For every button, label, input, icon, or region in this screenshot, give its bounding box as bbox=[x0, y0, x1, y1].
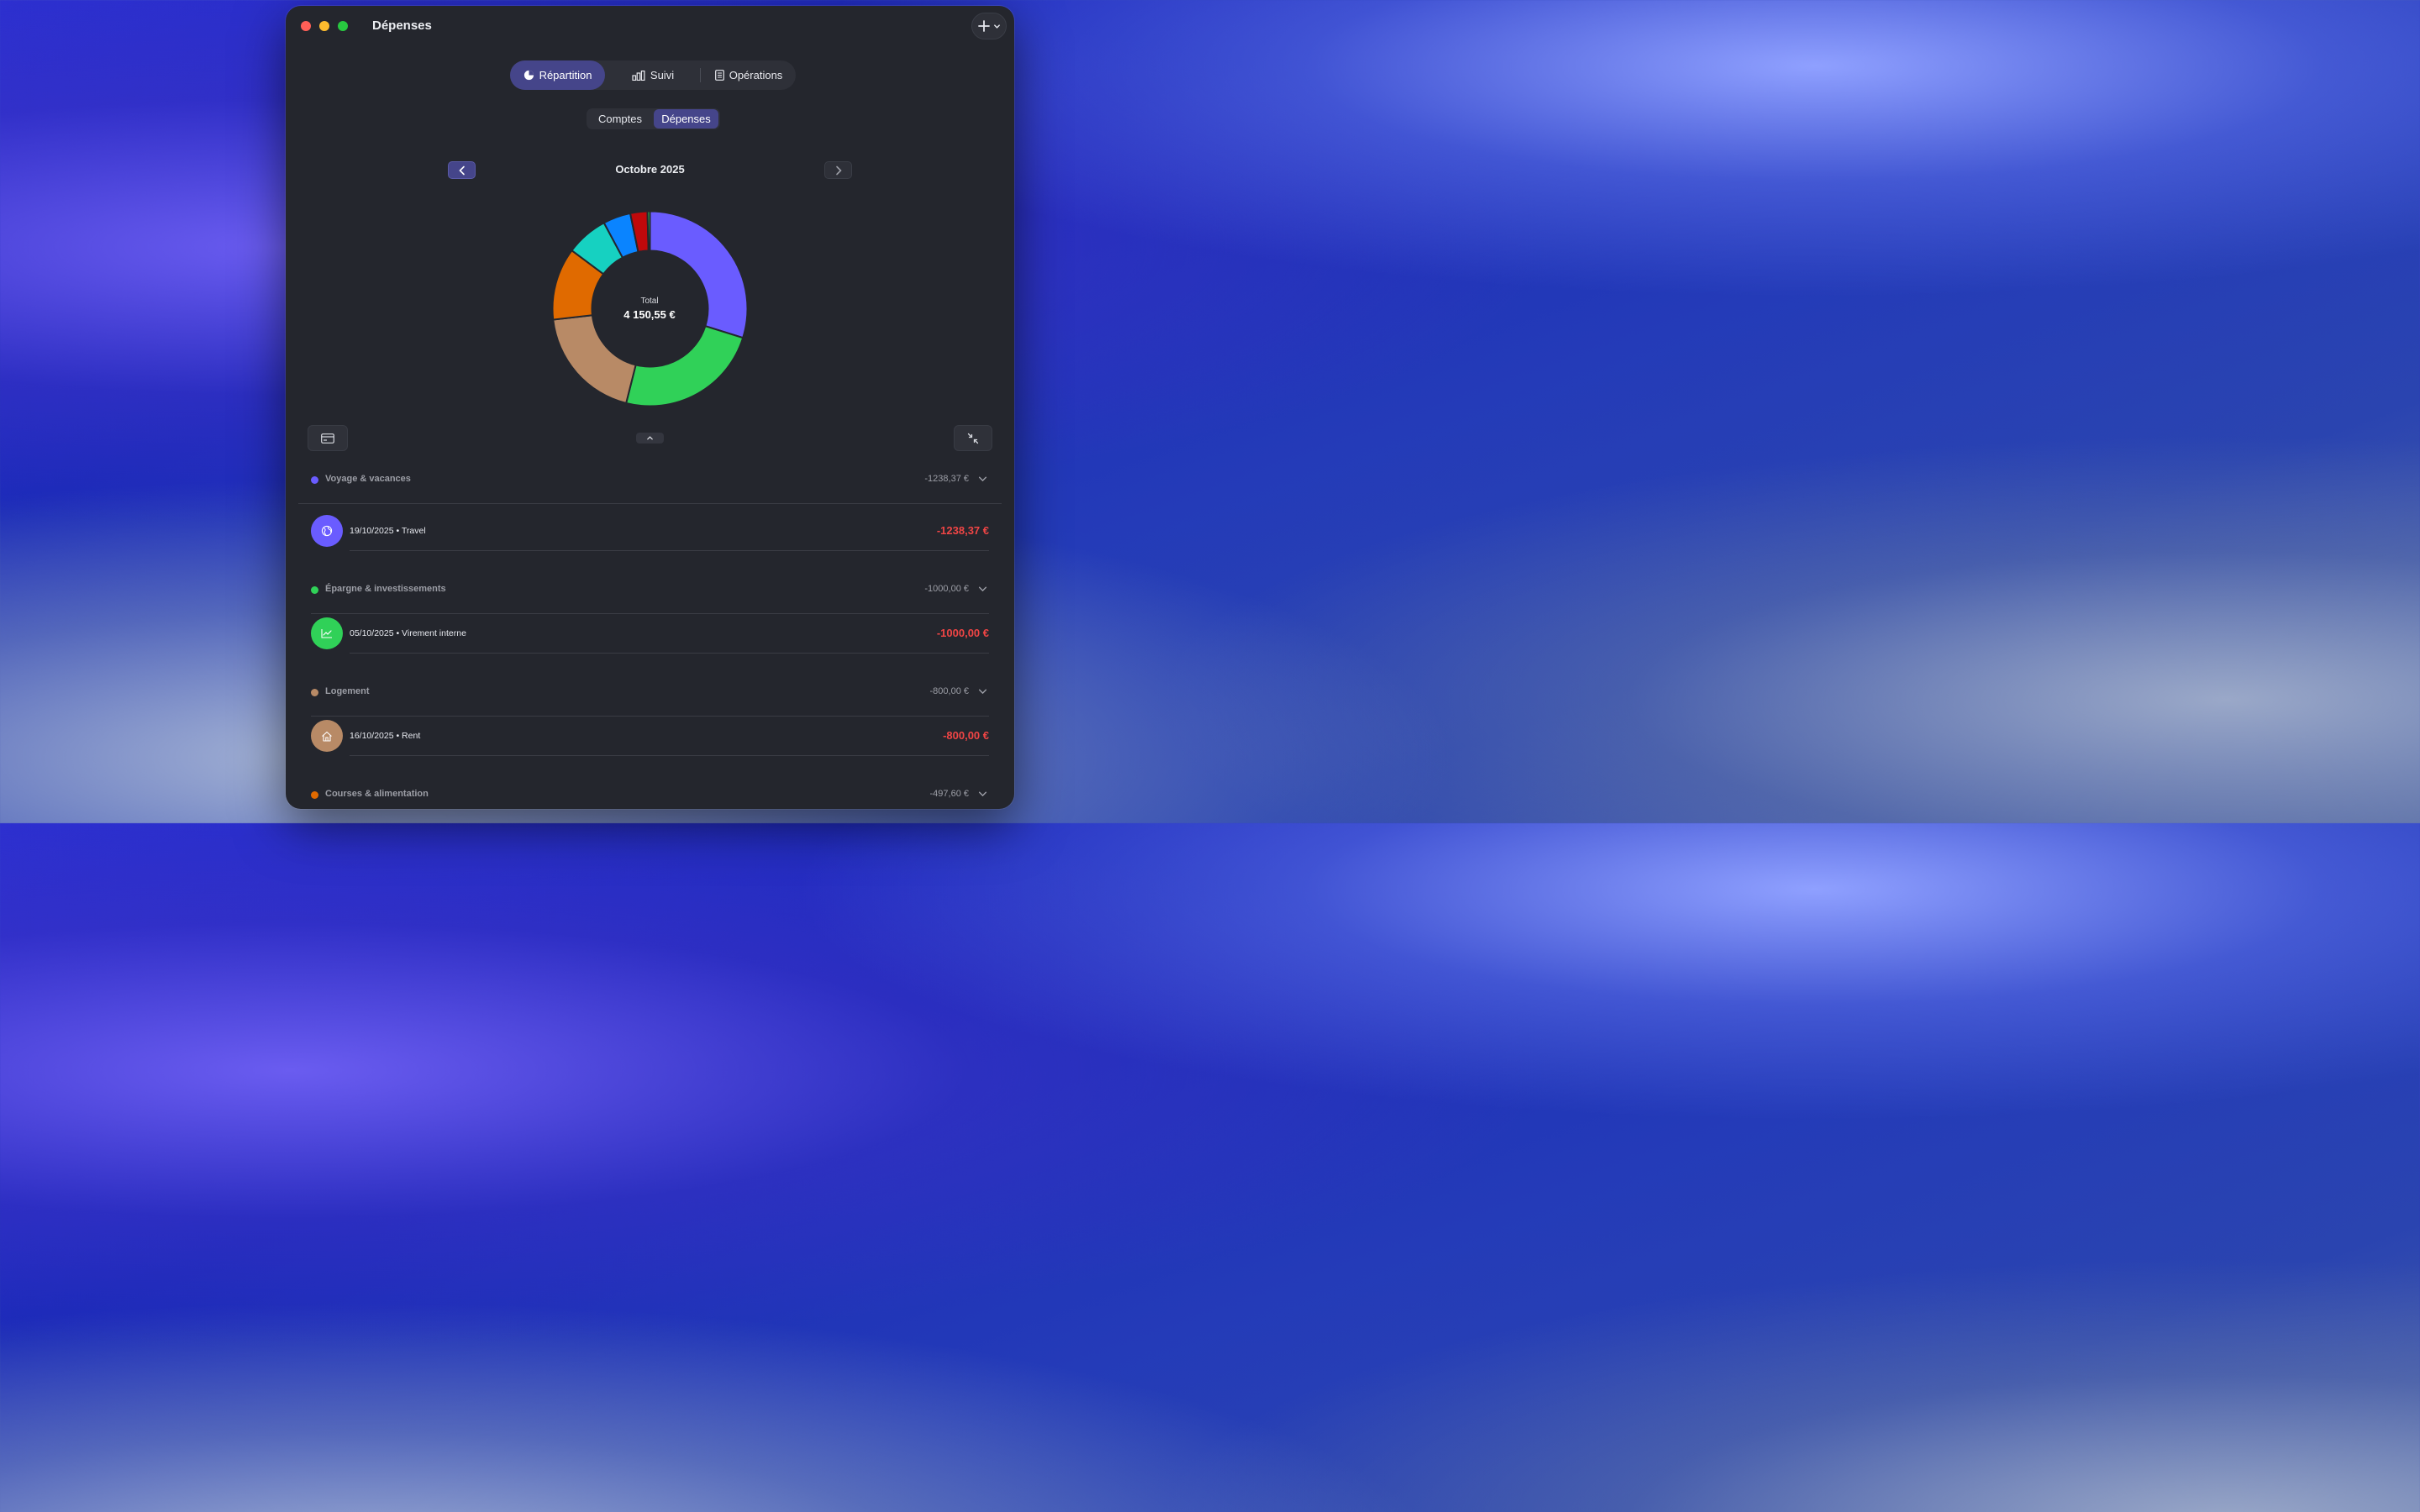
house-icon bbox=[322, 731, 332, 742]
category-name: Voyage & vacances bbox=[325, 474, 411, 484]
tab-operations-label: Opérations bbox=[729, 69, 783, 81]
donut-total-value: 4 150,55 € bbox=[623, 308, 676, 321]
transaction-row[interactable]: 05/10/2025 • Virement interne -1000,00 € bbox=[311, 617, 989, 651]
credit-card-icon bbox=[321, 433, 334, 444]
transaction-row[interactable]: 19/10/2025 • Travel -1238,37 € bbox=[311, 515, 989, 549]
section-divider bbox=[298, 503, 1002, 504]
donut-slice-7[interactable] bbox=[646, 210, 651, 252]
tab-suivi-label: Suivi bbox=[650, 69, 675, 81]
chevron-down-icon[interactable] bbox=[978, 687, 987, 696]
section-divider bbox=[311, 613, 989, 614]
view-toggle: Comptes Dépenses bbox=[587, 108, 720, 129]
row-divider bbox=[350, 755, 989, 756]
collapse-chart-button[interactable] bbox=[636, 433, 664, 444]
tab-operations[interactable]: Opérations bbox=[705, 60, 792, 90]
tab-suivi[interactable]: Suivi bbox=[611, 60, 695, 90]
close-window-button[interactable] bbox=[301, 21, 311, 31]
toggle-depenses[interactable]: Dépenses bbox=[654, 109, 718, 129]
chart-line-icon bbox=[321, 629, 332, 638]
category-row[interactable]: Courses & alimentation -497,60 € bbox=[311, 787, 989, 804]
row-divider bbox=[350, 550, 989, 551]
pie-chart-icon bbox=[523, 70, 534, 81]
arrows-shrink-icon bbox=[967, 433, 979, 444]
document-icon bbox=[714, 70, 724, 81]
category-amount: -1000,00 € bbox=[924, 584, 969, 594]
category-amount: -497,60 € bbox=[929, 789, 969, 799]
donut-slice-1[interactable] bbox=[624, 324, 744, 407]
transaction-category-icon bbox=[311, 617, 343, 649]
plus-icon bbox=[977, 20, 990, 32]
section-divider bbox=[311, 716, 989, 717]
tab-repartition[interactable]: Répartition bbox=[510, 60, 605, 90]
minimize-window-button[interactable] bbox=[319, 21, 329, 31]
transaction-label: 19/10/2025 • Travel bbox=[350, 526, 426, 536]
category-color-dot bbox=[311, 791, 318, 799]
chevron-down-icon[interactable] bbox=[978, 790, 987, 799]
chevron-left-icon bbox=[458, 165, 465, 175]
title-bar: Dépenses bbox=[286, 6, 1014, 46]
chevron-down-icon[interactable] bbox=[978, 585, 987, 594]
category-color-dot bbox=[311, 586, 318, 594]
collapse-all-button[interactable] bbox=[954, 425, 992, 451]
category-color-dot bbox=[311, 689, 318, 696]
add-menu-button[interactable] bbox=[971, 13, 1007, 39]
transaction-row[interactable]: 16/10/2025 • Rent -800,00 € bbox=[311, 720, 989, 753]
category-name: Épargne & investissements bbox=[325, 584, 446, 594]
chevron-down-icon bbox=[993, 24, 1000, 29]
chevron-down-icon[interactable] bbox=[978, 475, 987, 484]
globe-icon bbox=[321, 525, 333, 537]
transaction-amount: -1000,00 € bbox=[936, 627, 989, 639]
category-amount: -1238,37 € bbox=[924, 474, 969, 484]
chevron-right-icon bbox=[835, 165, 842, 175]
transaction-category-icon bbox=[311, 515, 343, 547]
donut-slice-2[interactable] bbox=[552, 314, 637, 405]
row-divider bbox=[350, 653, 989, 654]
app-window: Dépenses Répartition Suivi Opérations Co… bbox=[286, 6, 1014, 809]
main-tab-bar: Répartition Suivi Opérations bbox=[510, 60, 796, 90]
chevron-up-icon bbox=[647, 436, 653, 440]
next-month-button[interactable] bbox=[824, 161, 852, 179]
window-title: Dépenses bbox=[372, 18, 432, 33]
category-row[interactable]: Voyage & vacances -1238,37 € bbox=[311, 472, 989, 489]
previous-month-button[interactable] bbox=[448, 161, 476, 179]
category-name: Logement bbox=[325, 686, 370, 696]
transaction-label: 16/10/2025 • Rent bbox=[350, 731, 421, 741]
zoom-window-button[interactable] bbox=[338, 21, 348, 31]
tab-repartition-label: Répartition bbox=[539, 69, 592, 81]
transaction-amount: -1238,37 € bbox=[936, 524, 989, 537]
transaction-label: 05/10/2025 • Virement interne bbox=[350, 628, 466, 638]
category-color-dot bbox=[311, 476, 318, 484]
category-amount: -800,00 € bbox=[929, 686, 969, 696]
accounts-filter-button[interactable] bbox=[308, 425, 348, 451]
bar-chart-icon bbox=[632, 70, 645, 81]
period-label: Octobre 2025 bbox=[615, 163, 685, 176]
category-row[interactable]: Logement -800,00 € bbox=[311, 685, 989, 701]
category-name: Courses & alimentation bbox=[325, 789, 429, 799]
category-row[interactable]: Épargne & investissements -1000,00 € bbox=[311, 582, 989, 599]
toggle-comptes[interactable]: Comptes bbox=[588, 109, 652, 129]
transaction-category-icon bbox=[311, 720, 343, 752]
transaction-amount: -800,00 € bbox=[943, 729, 989, 742]
donut-center-label: Total bbox=[640, 297, 659, 306]
